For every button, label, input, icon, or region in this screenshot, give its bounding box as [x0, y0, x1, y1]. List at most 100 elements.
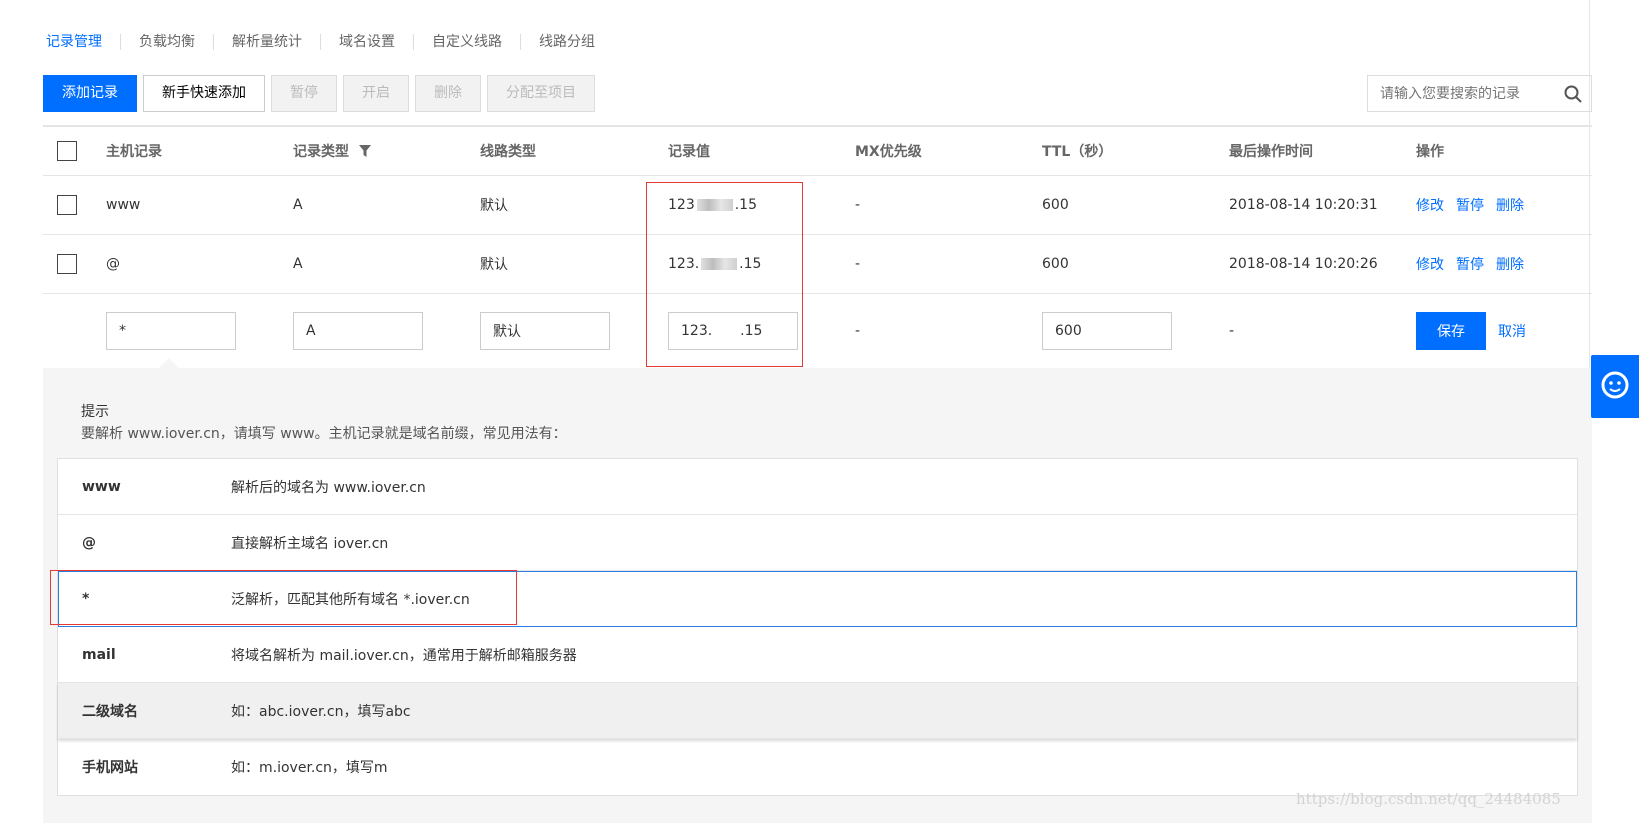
line-select[interactable] — [480, 311, 610, 350]
pause-link[interactable]: 暂停 — [1456, 195, 1484, 215]
cell-host: @ — [106, 256, 120, 272]
filter-icon[interactable] — [359, 145, 371, 157]
host-input[interactable] — [106, 311, 236, 350]
delete-button[interactable]: 删除 — [415, 75, 481, 112]
cell-line: 默认 — [480, 198, 508, 214]
cell-ttl: 600 — [1042, 256, 1069, 272]
select-all-checkbox[interactable] — [57, 141, 77, 161]
redacted-blur — [701, 258, 738, 270]
dns-console: 记录管理 负载均衡 解析量统计 域名设置 自定义线路 线路分组 添加记录 新手快… — [0, 0, 1592, 823]
save-button[interactable]: 保存 — [1416, 311, 1486, 350]
customer-service-button[interactable] — [1591, 355, 1639, 418]
tab-load-balance[interactable]: 负载均衡 — [120, 34, 213, 50]
assign-project-button[interactable]: 分配至项目 — [487, 75, 595, 112]
search-box — [1367, 75, 1592, 112]
cell-time: 2018-08-14 10:20:31 — [1229, 197, 1378, 213]
type-select[interactable] — [293, 311, 423, 350]
header-value: 记录值 — [668, 144, 710, 160]
tip-list: www 解析后的域名为 www.iover.cn @ 直接解析主域名 iover… — [57, 458, 1578, 796]
edit-mx: - — [855, 322, 861, 339]
watermark: https://blog.csdn.net/qq_24484085 — [1296, 790, 1561, 808]
header-host: 主机记录 — [106, 144, 162, 160]
cell-ttl: 600 — [1042, 197, 1069, 213]
delete-link[interactable]: 删除 — [1496, 254, 1524, 274]
tip-arrow — [159, 358, 179, 368]
tab-records[interactable]: 记录管理 — [46, 34, 120, 50]
edit-row: - - 保存 取消 — [43, 294, 1592, 367]
tip-val: 解析后的域名为 www.iover.cn — [231, 479, 426, 496]
cancel-link[interactable]: 取消 — [1498, 321, 1526, 341]
enable-button[interactable]: 开启 — [343, 75, 409, 112]
table-header: 主机记录 记录类型 线路类型 记录值 MX优先级 TTL（秒） 最后操作时间 操… — [43, 125, 1592, 176]
tab-line-groups[interactable]: 线路分组 — [520, 34, 613, 50]
tip-val: 直接解析主域名 iover.cn — [231, 535, 389, 552]
cell-mx: - — [855, 197, 861, 213]
redacted-blur — [696, 199, 733, 211]
ttl-input[interactable] — [1042, 311, 1172, 350]
tip-desc: 要解析 www.iover.cn，请填写 www。主机记录就是域名前缀，常见用法… — [81, 426, 567, 442]
cell-value: 123.15 — [668, 176, 757, 234]
headset-icon — [1598, 368, 1632, 406]
tip-item-mobile[interactable]: 手机网站 如：m.iover.cn，填写m — [58, 739, 1577, 795]
tip-item-www[interactable]: www 解析后的域名为 www.iover.cn — [58, 459, 1577, 515]
cell-line: 默认 — [480, 257, 508, 273]
value-suffix: .15 — [739, 256, 762, 272]
edit-actions: 保存 取消 — [1416, 294, 1526, 367]
header-ops: 操作 — [1416, 144, 1444, 160]
host-tips-panel: 提示 要解析 www.iover.cn，请填写 www。主机记录就是域名前缀，常… — [43, 358, 1592, 823]
tip-key: * — [82, 590, 90, 607]
tip-title: 提示 — [81, 404, 109, 420]
quick-add-button[interactable]: 新手快速添加 — [143, 75, 265, 112]
tip-item-at[interactable]: @ 直接解析主域名 iover.cn — [58, 515, 1577, 571]
tip-key: @ — [82, 534, 96, 551]
tip-val: 如：m.iover.cn，填写m — [231, 760, 388, 776]
table-row: www A 默认 123.15 - 600 2018-08-14 10:20:3… — [43, 176, 1592, 235]
toolbar: 添加记录 新手快速添加 暂停 开启 删除 分配至项目 — [43, 75, 595, 112]
cell-type: A — [293, 256, 303, 272]
cell-ops: 修改 暂停 删除 — [1416, 176, 1524, 234]
tab-stats[interactable]: 解析量统计 — [213, 34, 320, 50]
tip-key: 手机网站 — [82, 760, 138, 776]
cell-ops: 修改 暂停 删除 — [1416, 235, 1524, 293]
header-type-label: 记录类型 — [293, 144, 349, 160]
tip-val: 如：abc.iover.cn，填写abc — [231, 703, 411, 720]
value-prefix: 123 — [668, 197, 695, 213]
tip-key: www — [82, 478, 121, 495]
cell-time: 2018-08-14 10:20:26 — [1229, 256, 1378, 272]
header-mx: MX优先级 — [855, 144, 922, 160]
delete-link[interactable]: 删除 — [1496, 195, 1524, 215]
tip-key: mail — [82, 646, 116, 663]
tip-item-subdomain[interactable]: 二级域名 如：abc.iover.cn，填写abc — [58, 683, 1577, 739]
header-type[interactable]: 记录类型 — [293, 127, 371, 175]
tip-item-wildcard[interactable]: * 泛解析，匹配其他所有域名 *.iover.cn — [58, 571, 1577, 627]
tip-val: 泛解析，匹配其他所有域名 *.iover.cn — [231, 591, 470, 608]
cell-type: A — [293, 197, 303, 213]
header-line: 线路类型 — [480, 144, 536, 160]
tab-custom-lines[interactable]: 自定义线路 — [413, 34, 520, 50]
header-time: 最后操作时间 — [1229, 144, 1313, 160]
search-input[interactable] — [1380, 85, 1555, 102]
row-checkbox[interactable] — [57, 254, 77, 274]
cell-value: 123. .15 — [668, 235, 761, 293]
tip-item-mail[interactable]: mail 将域名解析为 mail.iover.cn，通常用于解析邮箱服务器 — [58, 627, 1577, 683]
edit-link[interactable]: 修改 — [1416, 195, 1444, 215]
tab-domain-settings[interactable]: 域名设置 — [320, 34, 413, 50]
tab-bar: 记录管理 负载均衡 解析量统计 域名设置 自定义线路 线路分组 — [46, 31, 613, 53]
edit-time: - — [1229, 322, 1235, 339]
value-prefix: 123. — [668, 256, 700, 272]
value-suffix: .15 — [734, 197, 757, 213]
table-row: @ A 默认 123. .15 - 600 2018-08-14 10:20:26… — [43, 235, 1592, 294]
pause-button[interactable]: 暂停 — [271, 75, 337, 112]
edit-link[interactable]: 修改 — [1416, 254, 1444, 274]
cell-host: www — [106, 197, 141, 213]
cell-mx: - — [855, 256, 861, 272]
value-input[interactable] — [668, 311, 798, 350]
records-table: 主机记录 记录类型 线路类型 记录值 MX优先级 TTL（秒） 最后操作时间 操… — [43, 125, 1592, 367]
tip-key: 二级域名 — [82, 703, 138, 720]
pause-link[interactable]: 暂停 — [1456, 254, 1484, 274]
tip-val: 将域名解析为 mail.iover.cn，通常用于解析邮箱服务器 — [231, 647, 577, 664]
row-checkbox[interactable] — [57, 195, 77, 215]
add-record-button[interactable]: 添加记录 — [43, 75, 137, 112]
header-ttl: TTL（秒） — [1042, 144, 1113, 160]
search-icon[interactable] — [1555, 76, 1591, 111]
